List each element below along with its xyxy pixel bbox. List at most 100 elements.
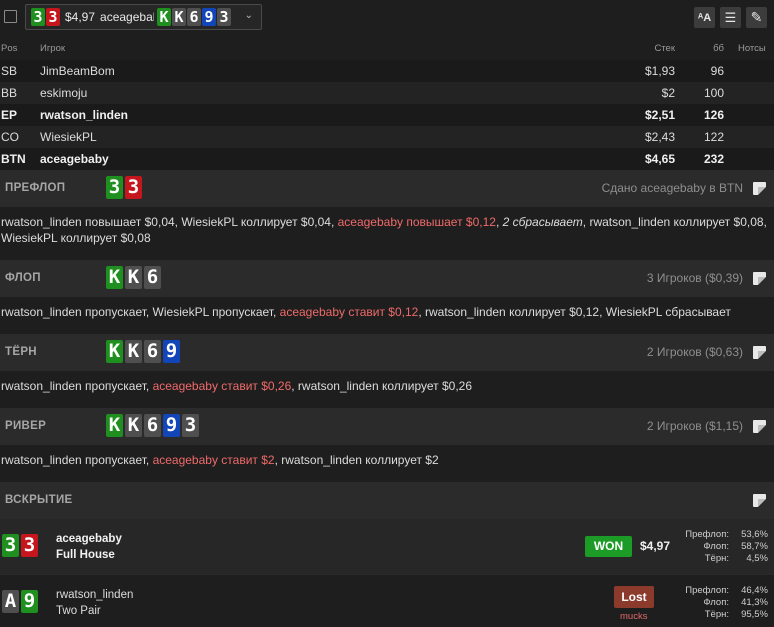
playing-card: A <box>2 590 19 613</box>
playing-card: K <box>106 266 123 289</box>
street-header-5: ВСКРЫТИЕ <box>0 482 774 519</box>
playing-card: 3 <box>21 534 38 557</box>
select-hand-checkbox[interactable] <box>4 10 17 23</box>
equity-value: 46,4% <box>741 585 768 596</box>
player-stack: $2,43 <box>644 130 675 144</box>
lost-badge: Lost <box>614 586 654 608</box>
street-title: ТЁРН <box>5 346 37 358</box>
equity-value: 41,3% <box>741 597 768 608</box>
street-header-1: ПРЕФЛОП 3 3 Сдано aceagebaby в BTN <box>0 170 774 207</box>
playing-card: 9 <box>202 8 217 26</box>
player-stack: $4,65 <box>644 152 675 166</box>
note-icon[interactable] <box>753 182 766 195</box>
showdown-player: aceagebaby Full House <box>56 531 122 563</box>
player-stack-bb: 122 <box>703 130 724 144</box>
action-text: , rwatson_linden коллирует $0,12, Wiesie… <box>418 305 731 319</box>
equity-street: Флоп: <box>703 597 729 608</box>
equity-row: Флоп: 41,3% <box>672 597 768 609</box>
equity-street: Префлоп: <box>685 529 729 540</box>
street-pot-info: 3 Игроков ($0,39) <box>646 271 743 285</box>
street-actions: rwatson_linden пропускает, aceagebaby ст… <box>1 452 771 468</box>
player-stack: $2,51 <box>644 108 675 122</box>
equity-street: Тёрн: <box>704 553 729 564</box>
equity-row: Префлоп: 53,6% <box>672 529 768 541</box>
showdown-hand-rank: Full House <box>56 549 115 561</box>
equity-stats: Префлоп: 53,6% Флоп: 58,7% Тёрн: 4,5% <box>672 529 768 565</box>
equity-value: 4,5% <box>746 553 768 564</box>
col-bb: бб <box>713 43 724 54</box>
showdown-row[interactable]: 3 3 aceagebaby Full House WON $4,97 Префлоп: 53… <box>0 519 774 574</box>
player-name[interactable]: rwatson_linden <box>40 104 128 126</box>
showdown-hand-rank: Two Pair <box>56 605 101 617</box>
street-cards: KK693 <box>106 414 201 437</box>
col-player: Игрок <box>40 43 66 54</box>
equity-value: 95,5% <box>741 609 768 620</box>
hero-action: aceagebaby ставит $0,26 <box>152 379 292 393</box>
player-position: EP <box>1 108 18 122</box>
street-pot-info: 2 Игроков ($0,63) <box>646 345 743 359</box>
playing-card: 3 <box>46 8 60 26</box>
street-title: ВСКРЫТИЕ <box>5 494 73 506</box>
hero-action: aceagebaby повышает $0,12 <box>337 215 496 229</box>
player-stack-bb: 232 <box>703 152 724 166</box>
col-stack: Стек <box>654 43 675 54</box>
playing-card: 6 <box>187 8 202 26</box>
street-title: ФЛОП <box>5 272 41 284</box>
playing-card: 9 <box>163 340 180 363</box>
street-title: РИВЕР <box>5 420 47 432</box>
hand-selector-dropdown[interactable]: 33 $4,97 aceagebaby KK693 ⌄ <box>25 4 262 30</box>
street-actions: rwatson_linden повышает $0,04, WiesiekPL… <box>1 214 771 246</box>
street-cards: 33 <box>106 176 144 199</box>
action-text: rwatson_linden пропускает, <box>1 453 153 467</box>
equity-row: Флоп: 58,7% <box>672 541 768 553</box>
font-size-button[interactable]: ᴬA <box>694 7 715 28</box>
player-name[interactable]: eskimoju <box>40 82 87 104</box>
street-actions: rwatson_linden пропускает, aceagebaby ст… <box>1 378 771 394</box>
edit-button[interactable]: ✎ <box>746 7 767 28</box>
note-icon[interactable] <box>753 494 766 507</box>
playing-card: 3 <box>125 176 142 199</box>
playing-card: 3 <box>182 414 199 437</box>
playing-card: K <box>172 8 187 26</box>
playing-card: 6 <box>144 414 161 437</box>
playing-card: 3 <box>31 8 45 26</box>
hand-username: aceagebaby <box>100 10 154 24</box>
equity-value: 58,7% <box>741 541 768 552</box>
playing-card: 9 <box>21 590 38 613</box>
top-bar: 33 $4,97 aceagebaby KK693 ⌄ ᴬA ☰ ✎ <box>0 0 774 37</box>
font-size-icon: ᴬA <box>697 11 712 24</box>
chevron-down-icon[interactable]: ⌄ <box>245 10 253 21</box>
showdown-cards: 33 <box>2 534 40 557</box>
player-row[interactable]: CO WiesiekPL $2,43 122 <box>0 126 774 148</box>
player-stack-bb: 100 <box>703 86 724 100</box>
player-row[interactable]: EP rwatson_linden $2,51 126 <box>0 104 774 126</box>
player-row[interactable]: SB JimBeamBom $1,93 96 <box>0 60 774 82</box>
player-stack: $2 <box>661 86 675 100</box>
playing-card: K <box>125 266 142 289</box>
player-row[interactable]: BB eskimoju $2 100 <box>0 82 774 104</box>
street-cards: KK69 <box>106 340 182 363</box>
player-position: SB <box>1 64 18 78</box>
action-text: , rwatson_linden коллирует $0,26 <box>291 379 473 393</box>
player-stack: $1,93 <box>644 64 675 78</box>
list-view-button[interactable]: ☰ <box>720 7 741 28</box>
showdown-row[interactable]: A 9 rwatson_linden Two Pair Lost mucks Префлоп… <box>0 574 774 627</box>
equity-street: Префлоп: <box>685 585 729 596</box>
playing-card: 3 <box>2 534 19 557</box>
action-text: rwatson_linden пропускает, <box>1 379 153 393</box>
playing-card: K <box>125 414 142 437</box>
player-name[interactable]: aceagebaby <box>40 148 109 170</box>
player-stack-bb: 126 <box>703 108 724 122</box>
equity-row: Префлоп: 46,4% <box>672 585 768 597</box>
player-row[interactable]: BTN aceagebaby $4,65 232 <box>0 148 774 170</box>
note-icon[interactable] <box>753 346 766 359</box>
action-text: rwatson_linden повышает $0,04, WiesiekPL… <box>1 215 338 229</box>
note-icon[interactable] <box>753 420 766 433</box>
playing-card: K <box>106 414 123 437</box>
mucks-label: mucks <box>620 611 648 622</box>
hero-action: aceagebaby ставит $2 <box>152 453 275 467</box>
player-name[interactable]: JimBeamBom <box>40 60 115 82</box>
note-icon[interactable] <box>753 272 766 285</box>
player-name[interactable]: WiesiekPL <box>40 126 97 148</box>
equity-value: 53,6% <box>741 529 768 540</box>
